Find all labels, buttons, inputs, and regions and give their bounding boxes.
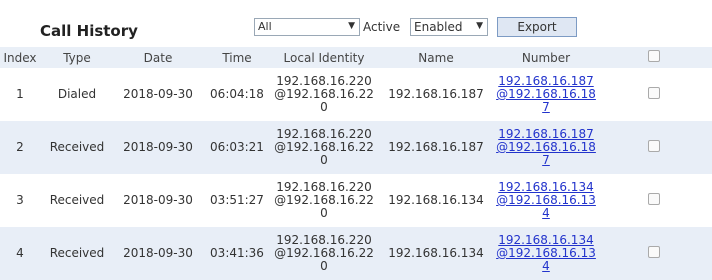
active-select[interactable]: Enabled ▼ [410, 18, 488, 36]
call-history-table: Index Type Date Time Local Identity Name… [0, 47, 712, 280]
number-link[interactable]: 192.168.16.134@192.168.16.134 [496, 233, 596, 273]
chevron-down-icon: ▼ [476, 21, 483, 31]
cell-time: 03:41:36 [210, 246, 264, 260]
select-all-checkbox[interactable] [648, 50, 660, 62]
column-header-type: Type [63, 50, 91, 65]
row-checkbox[interactable] [648, 246, 660, 258]
cell-local-identity: 192.168.16.220@192.168.16.220 [274, 233, 374, 273]
export-button[interactable]: Export [497, 17, 577, 37]
column-header-name: Name [418, 50, 454, 65]
cell-time: 06:03:21 [210, 140, 264, 154]
cell-index: 4 [16, 246, 24, 260]
table-row: 2 Received 2018-09-30 06:03:21 192.168.1… [0, 121, 712, 174]
cell-type: Received [49, 140, 105, 154]
number-link[interactable]: 192.168.16.134@192.168.16.134 [496, 180, 596, 220]
column-header-number: Number [521, 50, 571, 65]
call-history-toolbar: Call History All ▼ Active Enabled ▼ Expo… [0, 0, 712, 46]
table-row: 1 Dialed 2018-09-30 06:04:18 192.168.16.… [0, 68, 712, 121]
cell-date: 2018-09-30 [123, 246, 193, 260]
select-all-cell [596, 47, 712, 68]
cell-type: Received [49, 246, 105, 260]
column-header-date: Date [143, 50, 173, 65]
cell-name: 192.168.16.134 [388, 193, 484, 207]
table-header-row: Index Type Date Time Local Identity Name… [0, 47, 712, 68]
column-header-local-identity: Local Identity [283, 50, 365, 65]
active-value: Enabled [414, 20, 463, 34]
cell-date: 2018-09-30 [123, 87, 193, 101]
row-checkbox[interactable] [648, 140, 660, 152]
cell-name: 192.168.16.134 [388, 246, 484, 260]
cell-index: 3 [16, 193, 24, 207]
active-label: Active [363, 20, 401, 34]
cell-type: Dialed [57, 87, 97, 101]
page-title: Call History [40, 22, 138, 40]
cell-local-identity: 192.168.16.220@192.168.16.220 [274, 74, 374, 114]
cell-index: 1 [16, 87, 24, 101]
row-checkbox[interactable] [648, 87, 660, 99]
table-row: 3 Received 2018-09-30 03:51:27 192.168.1… [0, 174, 712, 227]
cell-date: 2018-09-30 [123, 193, 193, 207]
type-filter-value: All [258, 20, 272, 33]
cell-time: 06:04:18 [210, 87, 264, 101]
cell-type: Received [49, 193, 105, 207]
cell-name: 192.168.16.187 [388, 140, 484, 154]
cell-time: 03:51:27 [210, 193, 264, 207]
column-header-time: Time [222, 50, 252, 65]
type-filter-select[interactable]: All ▼ [254, 18, 360, 36]
table-row: 4 Received 2018-09-30 03:41:36 192.168.1… [0, 227, 712, 280]
column-header-index: Index [3, 50, 37, 65]
cell-index: 2 [16, 140, 24, 154]
cell-local-identity: 192.168.16.220@192.168.16.220 [274, 127, 374, 167]
cell-date: 2018-09-30 [123, 140, 193, 154]
chevron-down-icon: ▼ [348, 21, 355, 31]
cell-name: 192.168.16.187 [388, 87, 484, 101]
number-link[interactable]: 192.168.16.187@192.168.16.187 [496, 74, 596, 114]
cell-local-identity: 192.168.16.220@192.168.16.220 [274, 180, 374, 220]
row-checkbox[interactable] [648, 193, 660, 205]
number-link[interactable]: 192.168.16.187@192.168.16.187 [496, 127, 596, 167]
